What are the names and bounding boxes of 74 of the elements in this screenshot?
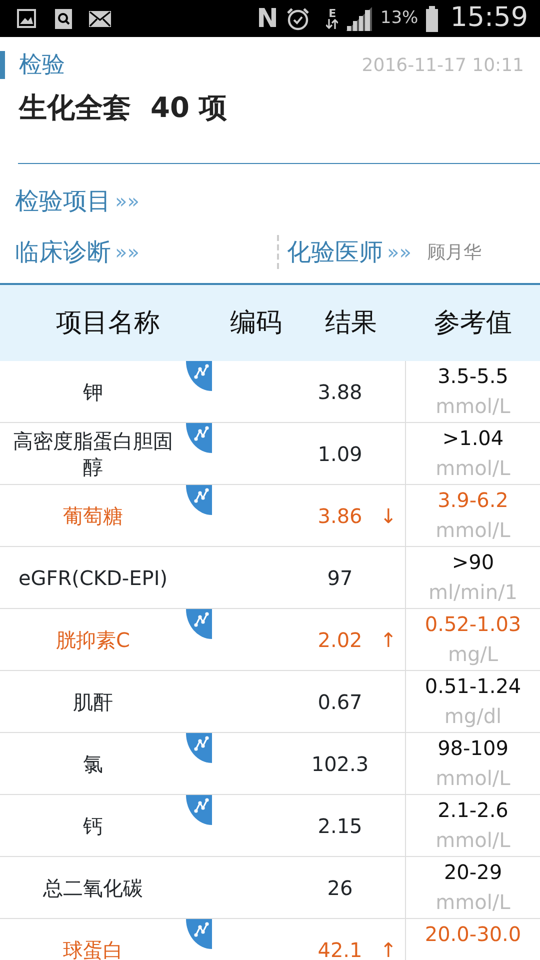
unit-label: mg/dl [444,703,502,730]
unit-label: mmol/L [436,455,510,482]
unit-label: mmol/L [436,827,510,854]
table-cell-text: 2.15 [316,812,364,840]
reference-range: >90 [452,549,494,576]
unit-label: mmol/L [436,393,510,420]
trend-chart-icon[interactable] [186,423,212,453]
table-cell-text: 总二氧化碳 [42,874,144,900]
mail-icon [89,10,111,26]
notebook-search-icon [53,8,73,30]
reference-range: 3.5-5.5 [438,363,508,390]
table-cell-text: 氯 [82,750,104,776]
chevrons-icon: »» [115,186,140,216]
table-cell-text: 0.67 [316,688,364,716]
trend-chart-icon[interactable] [186,361,212,391]
column-header: 结果 [324,306,378,340]
table-cell-text: 26 [326,874,354,902]
reference-range: 98-109 [438,735,508,762]
chevrons-icon: »» [387,237,412,267]
reference-range: 0.52-1.03 [424,611,522,638]
trend-chart-icon[interactable] [186,485,212,515]
unit-label: mg/L [448,641,498,668]
report-date: 2016-11-17 10:11 [362,54,525,78]
signal-icon [346,6,372,30]
link-label[interactable]: 临床诊断 »» [15,234,140,270]
trend-chart-icon[interactable] [186,795,212,825]
battery-percent: 13% [380,6,418,30]
table-cell-text: 高密度脂蛋白胆固醇 [12,428,174,480]
table-cell-text: 球蛋白 [62,936,124,960]
table-cell-text: 胱抑素C [55,626,131,652]
battery-icon [426,6,438,32]
table-cell-text: 3.86 [316,502,364,530]
reference-range: >1.04 [442,425,504,452]
link-label[interactable]: 化验医师 »» [287,234,412,270]
reference-range: 20.0-30.0 [424,921,522,948]
doctor-name: 顾月华 [427,240,482,264]
trend-arrow: ↑ [380,938,397,960]
gallery-icon [16,8,37,29]
nfc-label: N [256,6,278,32]
reference-range: 20-29 [444,859,502,886]
table-cell-text: 1.09 [316,440,364,468]
table-cell-text: 102.3 [310,750,370,778]
section-title: 检验 [0,51,65,79]
table-cell-text: 97 [326,564,354,592]
reference-range: 0.51-1.24 [424,673,522,700]
column-header: 参考值 [433,306,513,340]
clock-time: 15:59 [450,1,528,36]
chevrons-icon: »» [115,237,140,267]
trend-arrow: ↑ [380,628,397,652]
alarm-icon [286,6,310,30]
unit-label: ml/min/1 [428,579,518,606]
table-cell-text: 3.88 [316,378,364,406]
reference-range: 2.1-2.6 [438,797,508,824]
link-label[interactable]: 检验项目 »» [15,183,140,219]
network-type: E [328,8,336,19]
table-cell-text: eGFR(CKD-EPI) [17,564,169,590]
table-cell-text: 2.02 [316,626,364,654]
trend-arrow: ↓ [380,504,397,528]
report-title: 生化全套 40 项 [17,90,228,126]
unit-label: mmol/L [436,765,510,792]
unit-label: mmol/L [436,517,510,544]
trend-chart-icon[interactable] [186,919,212,949]
table-cell-text: 42.1 [316,936,364,960]
column-header: 编码 [229,306,283,340]
table-cell-text: 钙 [82,812,104,838]
data-arrows-icon [326,19,338,29]
table-cell-text: 钾 [82,378,104,404]
column-header: 项目名称 [55,306,161,340]
trend-chart-icon[interactable] [186,609,212,639]
trend-chart-icon[interactable] [186,733,212,763]
unit-label: mmol/L [436,889,510,916]
table-cell-text: 肌酐 [72,688,114,714]
table-cell-text: 葡萄糖 [62,502,124,528]
reference-range: 3.9-6.2 [438,487,508,514]
